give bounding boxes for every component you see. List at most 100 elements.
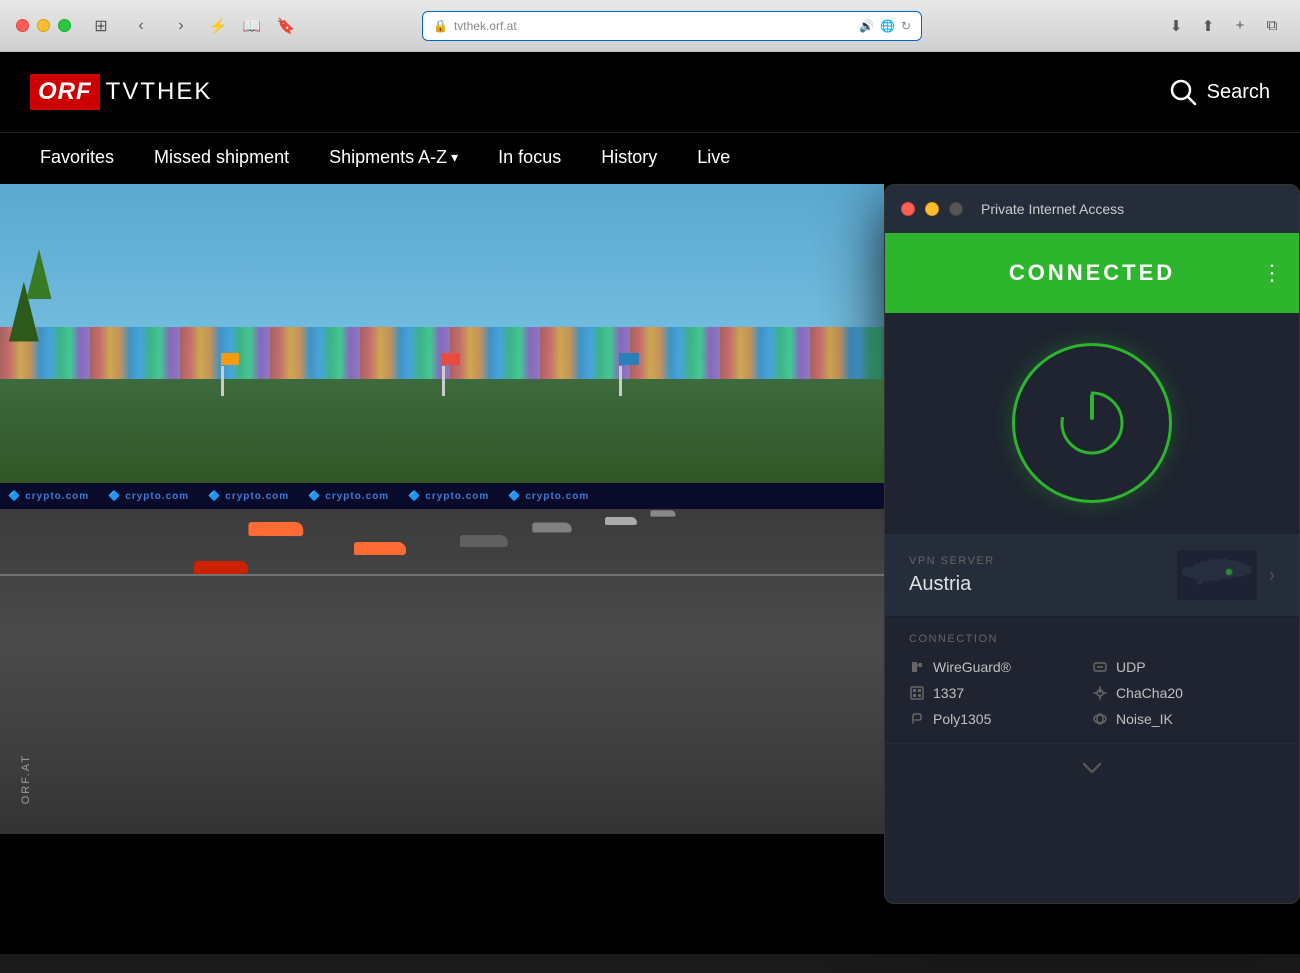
download-icon[interactable]: ⬇: [1164, 14, 1188, 38]
pia-conn-noise: Noise_IK: [1092, 711, 1275, 727]
poly-icon: [909, 711, 925, 727]
pia-power-button[interactable]: [1012, 343, 1172, 503]
pia-status-text: CONNECTED: [1009, 260, 1175, 286]
car-5: [533, 523, 573, 533]
udp-icon: [1092, 659, 1108, 675]
search-icon: [1169, 78, 1197, 106]
wireguard-icon: [909, 659, 925, 675]
forward-button[interactable]: ›: [167, 12, 195, 40]
lock-icon: 🔒: [433, 19, 448, 33]
back-button[interactable]: ‹: [127, 12, 155, 40]
car-1: [248, 522, 303, 536]
address-bar[interactable]: 🔒 tvthek.orf.at 🔊 🌐 ↻: [422, 11, 922, 41]
nav-item-live[interactable]: Live: [677, 133, 750, 185]
power-icon: [1057, 388, 1127, 458]
pia-server-label: VPN SERVER: [909, 555, 995, 567]
search-button[interactable]: Search: [1169, 78, 1270, 106]
pia-noise-value: Noise_IK: [1116, 711, 1173, 727]
nav-item-history[interactable]: History: [581, 133, 677, 185]
reader-icon: 📖: [241, 15, 263, 37]
tvthek-logo-text: TVTHEK: [106, 78, 213, 106]
video-player[interactable]: 🔷 crypto.com 🔷 crypto.com 🔷 crypto.com 🔷…: [0, 184, 884, 834]
bookmark-icon: 🔖: [275, 15, 297, 37]
new-tab-icon[interactable]: +: [1228, 14, 1252, 38]
pia-conn-chacha: ChaCha20: [1092, 685, 1275, 701]
car-6: [605, 517, 637, 525]
world-map: [1177, 550, 1257, 600]
car-7: [651, 510, 676, 516]
port-icon: [909, 685, 925, 701]
pia-server-section[interactable]: VPN SERVER Austria: [885, 533, 1299, 616]
nav-item-in-focus[interactable]: In focus: [478, 133, 581, 185]
orf-website: ORF TVTHEK Search Favorites Missed shipm…: [0, 52, 1300, 954]
nav-item-shipments-az[interactable]: Shipments A-Z: [309, 133, 478, 185]
share-icon[interactable]: ⬆: [1196, 14, 1220, 38]
pia-server-right: ›: [1177, 550, 1275, 600]
pia-chacha-value: ChaCha20: [1116, 685, 1183, 701]
pia-conn-wireguard: WireGuard®: [909, 659, 1092, 675]
sidebar-toggle-button[interactable]: ⊞: [87, 12, 115, 40]
pia-server-info: VPN SERVER Austria: [909, 555, 995, 596]
chacha-icon: [1092, 685, 1108, 701]
audio-icon: 🔊: [859, 19, 874, 33]
pia-conn-poly: Poly1305: [909, 711, 1092, 727]
flag-1: [221, 353, 239, 365]
toolbar-right: ⬇ ⬆ + ⧉: [1164, 14, 1284, 38]
video-scene: 🔷 crypto.com 🔷 crypto.com 🔷 crypto.com 🔷…: [0, 184, 884, 834]
titlebar: ⊞ ‹ › ⚡ 📖 🔖 🔒 tvthek.orf.at 🔊 🌐 ↻ ⬇ ⬆ + …: [0, 0, 1300, 52]
flagpole-2: [442, 366, 445, 396]
car-4: [460, 535, 508, 547]
pia-server-arrow[interactable]: ›: [1269, 565, 1275, 586]
sponsor-text: 🔷 crypto.com 🔷 crypto.com 🔷 crypto.com 🔷…: [0, 491, 597, 502]
nav-item-missed-shipment[interactable]: Missed shipment: [134, 133, 309, 185]
chevron-down-icon: [1080, 760, 1104, 776]
pia-conn-udp: UDP: [1092, 659, 1275, 675]
pia-connection-section: CONNECTION WireGuard® UDP: [885, 616, 1299, 743]
pia-connection-grid: WireGuard® UDP 1337: [909, 659, 1275, 727]
pia-window: Private Internet Access CONNECTED ⋮: [884, 184, 1300, 904]
pia-app-title: Private Internet Access: [981, 201, 1124, 217]
url-text: tvthek.orf.at: [454, 19, 517, 33]
pia-connected-bar: CONNECTED ⋮: [885, 233, 1299, 313]
pia-server-name: Austria: [909, 573, 995, 596]
orf-logo-text: ORF: [30, 74, 100, 110]
world-map-svg: [1177, 550, 1257, 600]
pia-power-section: [885, 313, 1299, 533]
pia-poly-value: Poly1305: [933, 711, 991, 727]
reload-icon: ↻: [901, 19, 911, 33]
pia-titlebar: Private Internet Access: [885, 185, 1299, 233]
orf-content: 🔷 crypto.com 🔷 crypto.com 🔷 crypto.com 🔷…: [0, 184, 1300, 954]
pia-close-button[interactable]: [901, 202, 915, 216]
noise-icon: [1092, 711, 1108, 727]
fullscreen-button[interactable]: [58, 19, 71, 32]
nav-item-favorites[interactable]: Favorites: [20, 133, 134, 185]
pia-minimize-button[interactable]: [925, 202, 939, 216]
orf-header: ORF TVTHEK Search: [0, 52, 1300, 132]
sponsor-banner: 🔷 crypto.com 🔷 crypto.com 🔷 crypto.com 🔷…: [0, 483, 884, 509]
pia-menu-button[interactable]: ⋮: [1261, 260, 1283, 286]
pia-udp-value: UDP: [1116, 659, 1146, 675]
tab-overview-icon[interactable]: ⧉: [1260, 14, 1284, 38]
pia-wireguard-value: WireGuard®: [933, 659, 1011, 675]
car-3: [194, 561, 248, 574]
close-button[interactable]: [16, 19, 29, 32]
pia-conn-port: 1337: [909, 685, 1092, 701]
orf-logo[interactable]: ORF TVTHEK: [30, 74, 212, 110]
flagpole-3: [619, 366, 622, 396]
shadow-overlay: [0, 639, 884, 834]
orf-watermark: ORF.AT: [20, 754, 32, 804]
minimize-button[interactable]: [37, 19, 50, 32]
flag-2: [442, 353, 460, 365]
track-line: [0, 574, 884, 576]
translate-icon: 🌐: [880, 19, 895, 33]
flagpole-1: [221, 366, 224, 396]
car-2: [354, 542, 406, 555]
pia-expand-button[interactable]: [885, 743, 1299, 792]
traffic-lights: [16, 19, 71, 32]
pia-fullscreen-button[interactable]: [949, 202, 963, 216]
flag-3: [619, 353, 639, 365]
pia-connection-label: CONNECTION: [909, 633, 1275, 645]
search-label: Search: [1207, 81, 1270, 104]
pia-port-value: 1337: [933, 685, 964, 701]
orf-nav: Favorites Missed shipment Shipments A-Z …: [0, 132, 1300, 184]
